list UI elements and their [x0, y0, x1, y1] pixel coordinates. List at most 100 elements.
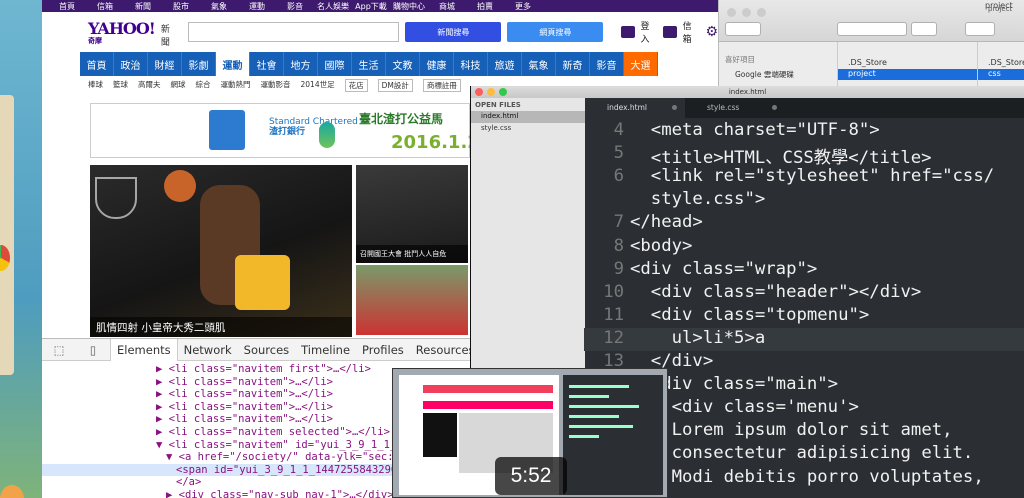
web-search-button[interactable]: 網頁搜尋	[507, 22, 604, 42]
topbar-link[interactable]: 信箱	[86, 1, 124, 12]
side-story-1[interactable]: 召開國王大會 批鬥人人自危	[356, 165, 468, 263]
topbar-link[interactable]: 購物中心	[390, 1, 428, 12]
nav-tab[interactable]: 文教	[386, 52, 420, 76]
arrange-button[interactable]	[911, 22, 937, 36]
sidebar-item-google-drive[interactable]: Google 雲端硬碟	[725, 69, 831, 80]
subnav-link[interactable]: 籃球	[113, 79, 128, 92]
inspect-icon[interactable]: ⬚	[42, 343, 76, 357]
subnav-link[interactable]: 商標註冊	[422, 79, 461, 92]
code-line[interactable]: <div class="topmenu">	[630, 305, 870, 325]
nav-tab[interactable]: 科技	[454, 52, 488, 76]
code-line[interactable]: ul>li*5>a	[630, 328, 766, 348]
subnav-link[interactable]: 綜合	[196, 79, 211, 92]
code-line[interactable]: <div class="header"></div>	[630, 282, 922, 302]
subnav-link[interactable]: 花店	[344, 79, 368, 92]
side-caption[interactable]: 召開國王大會 批鬥人人自危	[356, 245, 468, 263]
devtools-tab[interactable]: Network	[178, 343, 238, 357]
code-line[interactable]: <meta charset="UTF-8">	[630, 120, 880, 140]
close-dot[interactable]	[727, 8, 736, 17]
nav-tab[interactable]: 生活	[352, 52, 386, 76]
nav-tab[interactable]: 旅遊	[488, 52, 522, 76]
subnav-link[interactable]: 棒球	[88, 79, 103, 92]
subnav-link[interactable]: 2014世足	[301, 79, 335, 92]
close-tab-icon[interactable]	[772, 105, 777, 110]
topbar-link[interactable]: 氣象	[200, 1, 238, 12]
user-icon[interactable]	[621, 26, 635, 38]
nav-tab[interactable]: 政治	[114, 52, 148, 76]
nav-tab[interactable]: 地方	[284, 52, 318, 76]
code-line[interactable]: <body>	[630, 236, 692, 256]
topbar-link[interactable]: 股市	[162, 1, 200, 12]
subnav-link[interactable]: 運動熱門	[221, 79, 251, 92]
headline-image[interactable]: 肌情四射 小皇帝大秀二頭肌	[90, 165, 352, 337]
mail-icon[interactable]	[663, 26, 677, 38]
minimize-dot[interactable]	[487, 88, 495, 96]
line-number: 9	[613, 258, 624, 279]
line-number: 8	[613, 235, 624, 256]
search-input[interactable]	[188, 22, 400, 42]
subnav-link[interactable]: 網球	[171, 79, 186, 92]
nav-tab[interactable]: 新奇	[556, 52, 590, 76]
nav-tab[interactable]: 氣象	[522, 52, 556, 76]
finder-item[interactable]: css	[978, 69, 1024, 80]
topbar-link[interactable]: 拍賣	[466, 1, 504, 12]
topbar-link[interactable]: App下載	[352, 1, 390, 12]
devtools-tab[interactable]: Timeline	[295, 343, 356, 357]
topbar-link[interactable]: 首頁	[48, 1, 86, 12]
news-search-button[interactable]: 新聞搜尋	[405, 22, 502, 42]
yahoo-logo[interactable]: YAHOO! 奇摩	[88, 20, 156, 44]
close-dot[interactable]	[475, 88, 483, 96]
editor-tab[interactable]: index.html	[585, 98, 685, 118]
nav-tab[interactable]: 大選	[624, 52, 658, 76]
nav-tab[interactable]: 運動	[216, 52, 250, 76]
finder-item[interactable]: project	[838, 69, 977, 80]
action-button[interactable]	[965, 22, 995, 36]
topbar-link[interactable]: 名人娛樂	[314, 1, 352, 12]
zoom-dot[interactable]	[757, 8, 766, 17]
close-tab-icon[interactable]	[672, 105, 677, 110]
ad-banner[interactable]: Standard Chartered 渣打銀行 臺北渣打公益馬 2016.1.2	[90, 103, 480, 158]
devtools-tab[interactable]: Profiles	[356, 343, 410, 357]
dock-panel	[0, 95, 14, 375]
code-line[interactable]: </head>	[630, 212, 703, 232]
zoom-dot[interactable]	[499, 88, 507, 96]
device-icon[interactable]: ▯	[76, 343, 110, 357]
finder-item[interactable]: .DS_Store	[838, 58, 977, 69]
subnav-link[interactable]: 高爾夫	[138, 79, 161, 92]
topbar-link[interactable]: 新聞	[124, 1, 162, 12]
finder-window: project 喜好項目 Google 雲端硬碟 .DS_Store projec…	[718, 0, 1024, 100]
nav-tab[interactable]: 健康	[420, 52, 454, 76]
topbar-link[interactable]: 更多	[504, 1, 542, 12]
code-line[interactable]: <div class="wrap">	[630, 259, 817, 279]
topbar-link[interactable]: 運動	[238, 1, 276, 12]
gear-icon[interactable]: ⚙	[705, 24, 718, 40]
devtools-tab[interactable]: Elements	[110, 338, 178, 361]
nav-tab[interactable]: 影音	[590, 52, 624, 76]
nav-tab[interactable]: 社會	[250, 52, 284, 76]
nav-tab[interactable]: 影劇	[182, 52, 216, 76]
subnav-link[interactable]: 運動影音	[261, 79, 291, 92]
code-line[interactable]: Modi debitis porro voluptates,	[630, 467, 984, 487]
topbar-link[interactable]: 商城	[428, 1, 466, 12]
code-line[interactable]: <link rel="stylesheet" href="css/	[630, 166, 994, 186]
code-line[interactable]: consectetur adipisicing elit.	[630, 443, 974, 463]
back-forward-button[interactable]	[725, 22, 761, 36]
editor-tabs: index.html style.css	[585, 98, 1024, 118]
nav-tab[interactable]: 國際	[318, 52, 352, 76]
code-line[interactable]: <title>HTML、CSS教學</title>	[630, 143, 932, 168]
view-switcher[interactable]	[837, 22, 907, 36]
code-line[interactable]: Lorem ipsum dolor sit amet,	[630, 420, 953, 440]
minimize-dot[interactable]	[742, 8, 751, 17]
mail-link[interactable]: 信箱	[683, 19, 700, 45]
editor-tab[interactable]: style.css	[685, 98, 785, 118]
headline-caption[interactable]: 肌情四射 小皇帝大秀二頭肌	[90, 317, 352, 337]
subnav-link[interactable]: DM設計	[377, 79, 413, 92]
login-link[interactable]: 登入	[641, 19, 658, 45]
devtools-tab[interactable]: Sources	[238, 343, 296, 357]
code-line[interactable]: style.css">	[630, 189, 765, 209]
finder-item[interactable]: .DS_Store	[978, 58, 1024, 69]
topbar-link[interactable]: 影音	[276, 1, 314, 12]
nav-tab[interactable]: 首頁	[80, 52, 114, 76]
side-story-2[interactable]	[356, 265, 468, 335]
nav-tab[interactable]: 財經	[148, 52, 182, 76]
